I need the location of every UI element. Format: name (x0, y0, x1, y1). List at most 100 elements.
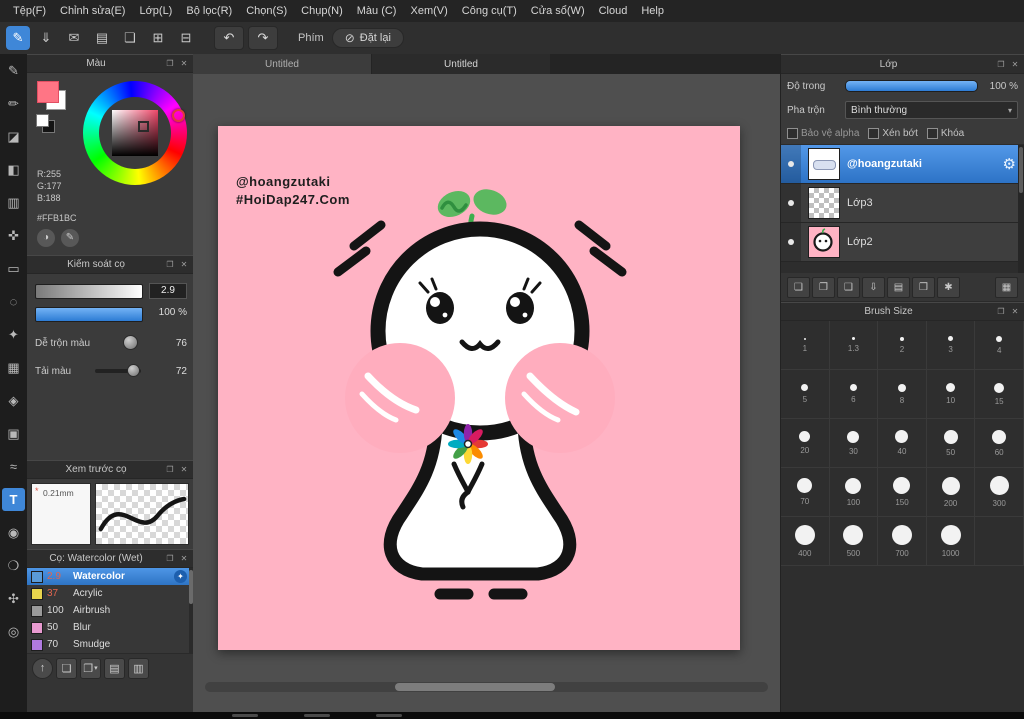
layer-property-button[interactable]: ❑ (837, 276, 860, 298)
popout-icon[interactable]: ❐ (164, 554, 176, 563)
duplicate-layer-button[interactable]: ❐ (812, 276, 835, 298)
hue-cursor[interactable] (172, 109, 185, 122)
menu-item-window[interactable]: Cửa sổ(W) (524, 0, 592, 22)
comment-button[interactable]: ✉ (62, 26, 86, 50)
brush-settings-button[interactable]: ❐ ▾ (80, 657, 101, 679)
menu-item-layer[interactable]: Lớp(L) (132, 0, 179, 22)
brush-size-option[interactable]: 70 (781, 468, 830, 517)
popout-icon[interactable]: ❐ (164, 260, 176, 269)
clipping-checkbox[interactable]: Xén bớt (868, 127, 918, 139)
close-icon[interactable]: ✕ (178, 59, 190, 68)
brush-size-option[interactable]: 50 (926, 419, 976, 468)
brush-size-option[interactable]: 3 (926, 321, 976, 370)
lasso-tool[interactable]: ◌ (2, 290, 25, 313)
layer-visibility-toggle[interactable] (781, 223, 801, 261)
mini-white-swatch[interactable] (36, 114, 49, 127)
close-icon[interactable]: ✕ (178, 554, 190, 563)
scroll-thumb[interactable] (1019, 147, 1023, 193)
magic-wand-tool[interactable]: ✦ (2, 323, 25, 346)
brush-size-option[interactable]: 300 (975, 468, 1024, 517)
layer-list-scrollbar[interactable] (1018, 145, 1024, 273)
display-button[interactable]: ▤ (90, 26, 114, 50)
eyedropper-tool[interactable]: ◉ (2, 521, 25, 544)
popout-icon[interactable]: ❐ (995, 307, 1007, 316)
popout-icon[interactable]: ❐ (164, 59, 176, 68)
reset-button[interactable]: ⊘ Đặt lại (331, 28, 404, 48)
horizontal-scrollbar[interactable] (205, 682, 768, 692)
drawing-canvas[interactable]: @hoangzutaki #HoiDap247.Com (218, 126, 740, 650)
brush-size-option[interactable]: 30 (829, 419, 879, 468)
brush-size-option[interactable]: 5 (781, 370, 830, 419)
layer-settings-button[interactable]: ✱ (937, 276, 960, 298)
brush-size-option[interactable]: 20 (781, 419, 830, 468)
brush-item[interactable]: 37 Acrylic (27, 585, 193, 602)
menu-item-view[interactable]: Xem(V) (403, 0, 454, 22)
brush-item[interactable]: 70 Smudge (27, 636, 193, 653)
layer-row-active[interactable]: @hoangzutaki ⚙ (781, 145, 1024, 184)
file-panel-button[interactable]: ❏ (118, 26, 142, 50)
brush-mode-button[interactable]: ✎ (6, 26, 30, 50)
undo-button[interactable]: ↶ (214, 26, 244, 50)
brush-size-option[interactable]: 1000 (926, 517, 976, 566)
saturation-value-box[interactable] (112, 110, 158, 156)
popout-icon[interactable]: ❐ (995, 60, 1007, 69)
brush-size-option[interactable]: 8 (878, 370, 927, 419)
eraser-tool[interactable]: ◪ (2, 125, 25, 148)
brush-size-option[interactable]: 500 (829, 517, 879, 566)
transform-tool[interactable]: ◈ (2, 389, 25, 412)
brush-size-option[interactable]: 10 (926, 370, 976, 419)
brush-item[interactable]: 50 Blur (27, 619, 193, 636)
brush-size-option[interactable]: 100 (829, 468, 879, 517)
pencil-tool[interactable]: ✏ (2, 92, 25, 115)
redo-button[interactable]: ↷ (248, 26, 278, 50)
fill-tool[interactable]: ◧ (2, 158, 25, 181)
import-brush-button[interactable]: ▤ (104, 657, 125, 679)
copy-layer-button[interactable]: ❒ (912, 276, 935, 298)
menu-item-tools[interactable]: Công cụ(T) (455, 0, 524, 22)
brush-item[interactable]: 2.9 Watercolor ✦ (27, 568, 193, 585)
gear-icon[interactable]: ⚙ (1003, 155, 1016, 173)
scroll-thumb[interactable] (395, 683, 555, 691)
cell-snap-button[interactable]: ⊟ (174, 26, 198, 50)
menu-item-select[interactable]: Chọn(S) (239, 0, 294, 22)
blur-tool[interactable]: ❍ (2, 554, 25, 577)
brush-size-option[interactable]: 2 (878, 321, 927, 370)
pen-tool[interactable]: ✎ (2, 59, 25, 82)
popout-icon[interactable]: ❐ (164, 465, 176, 474)
zoom-tool[interactable]: ◎ (2, 620, 25, 643)
brush-size-value[interactable]: 2.9 (149, 283, 187, 299)
grid-snap-button[interactable]: ⊞ (146, 26, 170, 50)
menu-item-file[interactable]: Tệp(F) (6, 0, 53, 22)
brush-size-option[interactable]: 15 (975, 370, 1024, 419)
lock-checkbox[interactable]: Khóa (926, 127, 964, 139)
brush-size-option[interactable]: 1.3 (829, 321, 879, 370)
close-icon[interactable]: ✕ (1009, 307, 1021, 316)
stamp-tool[interactable]: ▣ (2, 422, 25, 445)
foreground-color-swatch[interactable] (37, 81, 59, 103)
brush-size-option[interactable]: 200 (926, 468, 976, 517)
menu-item-help[interactable]: Help (634, 0, 671, 22)
brush-up-button[interactable]: ↑ (32, 657, 53, 679)
color-edit-button[interactable]: ✎ (61, 229, 79, 247)
tab-untitled-2[interactable]: Untitled (372, 54, 550, 74)
load-knob[interactable] (127, 364, 140, 377)
crop-tool[interactable]: ▦ (2, 356, 25, 379)
layer-visibility-toggle[interactable] (781, 145, 801, 183)
select-rect-tool[interactable]: ▭ (2, 257, 25, 280)
brush-size-option[interactable]: 150 (878, 468, 927, 517)
add-brush-button[interactable]: ❏ (56, 657, 77, 679)
save-button[interactable]: ⇓ (34, 26, 58, 50)
brush-folder-button[interactable]: ▥ (128, 657, 149, 679)
menu-item-cloud[interactable]: Cloud (592, 0, 635, 22)
menu-item-filter[interactable]: Bộ lọc(R) (179, 0, 239, 22)
new-folder-button[interactable]: ▤ (887, 276, 910, 298)
move-tool[interactable]: ✜ (2, 224, 25, 247)
sv-cursor[interactable] (138, 121, 149, 132)
alpha-protect-checkbox[interactable]: Bảo vệ alpha (787, 127, 859, 139)
gradient-tool[interactable]: ▥ (2, 191, 25, 214)
merge-down-button[interactable]: ⇩ (862, 276, 885, 298)
brush-size-option[interactable]: 1 (781, 321, 830, 370)
menu-item-snap[interactable]: Chụp(N) (294, 0, 350, 22)
brush-size-option[interactable]: 6 (829, 370, 879, 419)
brush-size-option[interactable]: 700 (878, 517, 927, 566)
